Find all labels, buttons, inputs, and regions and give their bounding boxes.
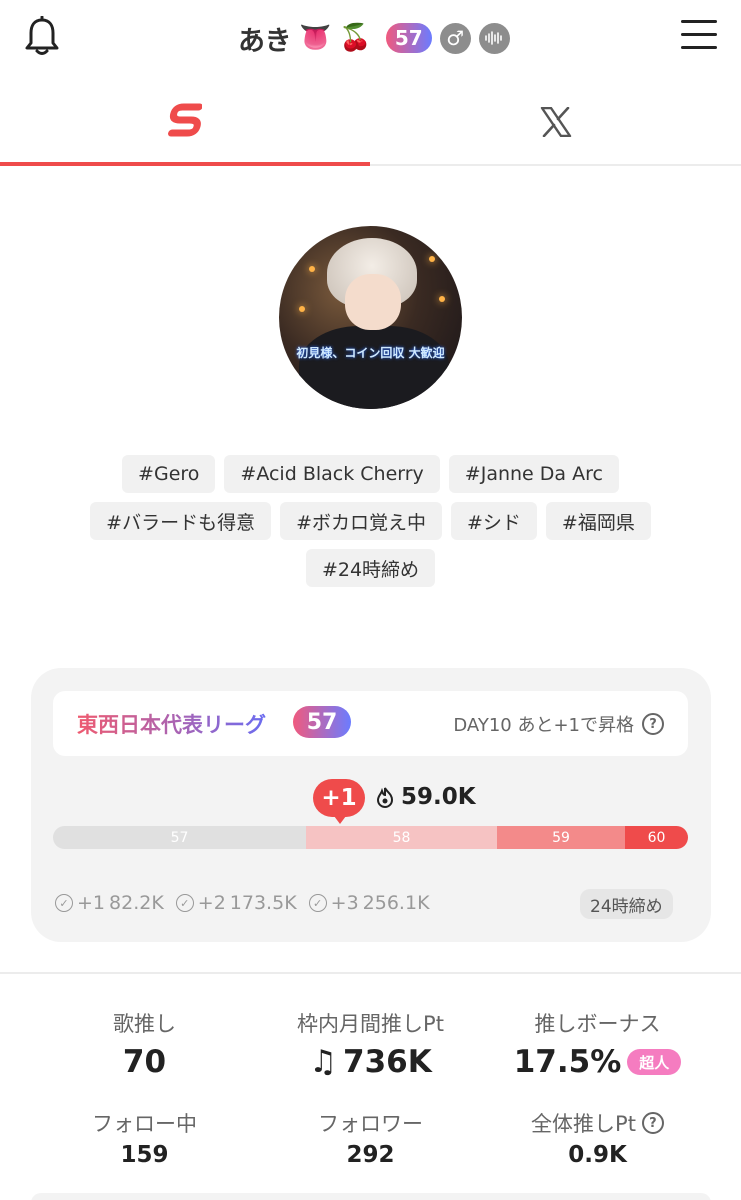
x-logo-icon: [540, 107, 572, 137]
stat-song-oshi: 歌推し 70: [21, 1008, 268, 1080]
section-divider: [0, 972, 741, 974]
stat-value-row: ♫ 736K: [247, 1044, 494, 1080]
stat-label: 推しボーナス: [534, 1012, 661, 1036]
league-header[interactable]: 東西日本代表リーグ 57 DAY10 あと+1で昇格 ?: [53, 691, 688, 756]
tag-chip[interactable]: #Janne Da Arc: [448, 455, 619, 493]
tab-x[interactable]: [371, 78, 741, 166]
stat-value: 70: [122, 1044, 167, 1080]
target-plus2: ✓ +2 173.5K: [175, 892, 297, 914]
league-level-badge: 57: [293, 706, 351, 738]
tag-chip[interactable]: #シド: [451, 502, 537, 540]
tag-chip[interactable]: #バラードも得意: [90, 502, 272, 540]
target-plus1: ✓ +1 82.2K: [55, 892, 164, 914]
stat-label: 歌推し: [113, 1012, 176, 1036]
stat-label: 全体推しPt: [531, 1112, 636, 1136]
league-points: 59.0K: [375, 784, 476, 810]
stat-total-oshi-pt: 全体推しPt ? 0.9K: [474, 1108, 721, 1168]
stat-label: フォロー中: [92, 1112, 197, 1136]
stat-label-row: 全体推しPt ?: [474, 1108, 721, 1138]
tag-list: #Gero #Acid Black Cherry #Janne Da Arc #…: [0, 455, 741, 596]
segment-58: 58: [306, 826, 497, 849]
target-value: 82.2K: [109, 892, 164, 914]
user-name: あき: [238, 25, 292, 57]
profile-avatar: 初見様、コイン回収 大歓迎: [279, 226, 462, 409]
flame-icon: [376, 787, 394, 808]
super-badge: 超人: [627, 1049, 682, 1075]
help-icon[interactable]: ?: [642, 713, 664, 735]
stat-value: 0.9K: [568, 1142, 627, 1168]
target-value: 173.5K: [229, 892, 297, 914]
tag-chip[interactable]: #Gero: [122, 455, 216, 493]
tongue-emoji: 👅: [299, 23, 332, 53]
help-icon[interactable]: ?: [641, 1112, 664, 1134]
stat-label: フォロワー: [318, 1112, 423, 1136]
menu-icon[interactable]: [681, 20, 717, 52]
voice-icon[interactable]: [478, 22, 510, 54]
tag-chip[interactable]: #Acid Black Cherry: [224, 455, 440, 493]
target-label: +1: [77, 892, 106, 914]
check-icon: ✓: [175, 894, 194, 912]
check-icon: ✓: [308, 894, 327, 912]
app-header: あき 👅 🍒 57 ♂: [0, 0, 741, 78]
stat-value: 736K: [343, 1044, 432, 1080]
music-note-icon: ♫: [309, 1044, 338, 1080]
stat-value: 292: [346, 1142, 395, 1168]
avatar-banner-text: 初見様、コイン回収 大歓迎: [296, 346, 445, 360]
target-label: +2: [197, 892, 226, 914]
segment-57: 57: [53, 826, 306, 849]
profile-title: あき 👅 🍒 57 ♂: [238, 18, 510, 58]
league-progress-bar: 57 58 59 60: [53, 826, 688, 849]
showroom-logo-icon: [168, 103, 202, 137]
stat-following[interactable]: フォロー中 159: [21, 1108, 268, 1168]
check-icon: ✓: [55, 894, 73, 912]
tag-chip[interactable]: #24時締め: [305, 549, 436, 587]
points-value: 59.0K: [401, 784, 476, 810]
male-icon: ♂: [439, 22, 471, 54]
target-value: 256.1K: [362, 892, 430, 914]
stat-followers[interactable]: フォロワー 292: [247, 1108, 494, 1168]
league-status-text: DAY10 あと+1で昇格: [453, 715, 634, 736]
league-status: DAY10 あと+1で昇格 ?: [453, 711, 664, 737]
tag-chip[interactable]: #福岡県: [545, 502, 651, 540]
profile-tabs: [0, 78, 741, 166]
stat-value-row: 17.5% 超人: [474, 1044, 721, 1080]
tag-chip[interactable]: #ボカロ覚え中: [280, 502, 442, 540]
target-label: +3: [330, 892, 359, 914]
bottom-panel-edge: [31, 1193, 711, 1200]
tab-showroom[interactable]: [0, 78, 370, 166]
stat-label: 枠内月間推しPt: [297, 1012, 444, 1036]
cherry-emoji: 🍒: [339, 23, 372, 53]
rank-targets: ✓ +1 82.2K ✓ +2 173.5K ✓ +3 256.1K: [55, 892, 430, 914]
segment-59: 59: [497, 826, 625, 849]
rank-up-badge: +1: [313, 779, 365, 824]
stat-oshi-bonus: 推しボーナス 17.5% 超人: [474, 1008, 721, 1080]
stat-value: 17.5%: [513, 1044, 622, 1080]
stat-value: 159: [120, 1142, 169, 1168]
bell-icon[interactable]: [22, 15, 62, 58]
target-plus3: ✓ +3 256.1K: [308, 892, 430, 914]
stat-monthly-oshi-pt: 枠内月間推しPt ♫ 736K: [247, 1008, 494, 1080]
level-badge: 57: [385, 23, 432, 53]
segment-60: 60: [625, 826, 688, 849]
deadline-badge: 24時締め: [580, 889, 673, 919]
league-name: 東西日本代表リーグ: [77, 709, 266, 739]
